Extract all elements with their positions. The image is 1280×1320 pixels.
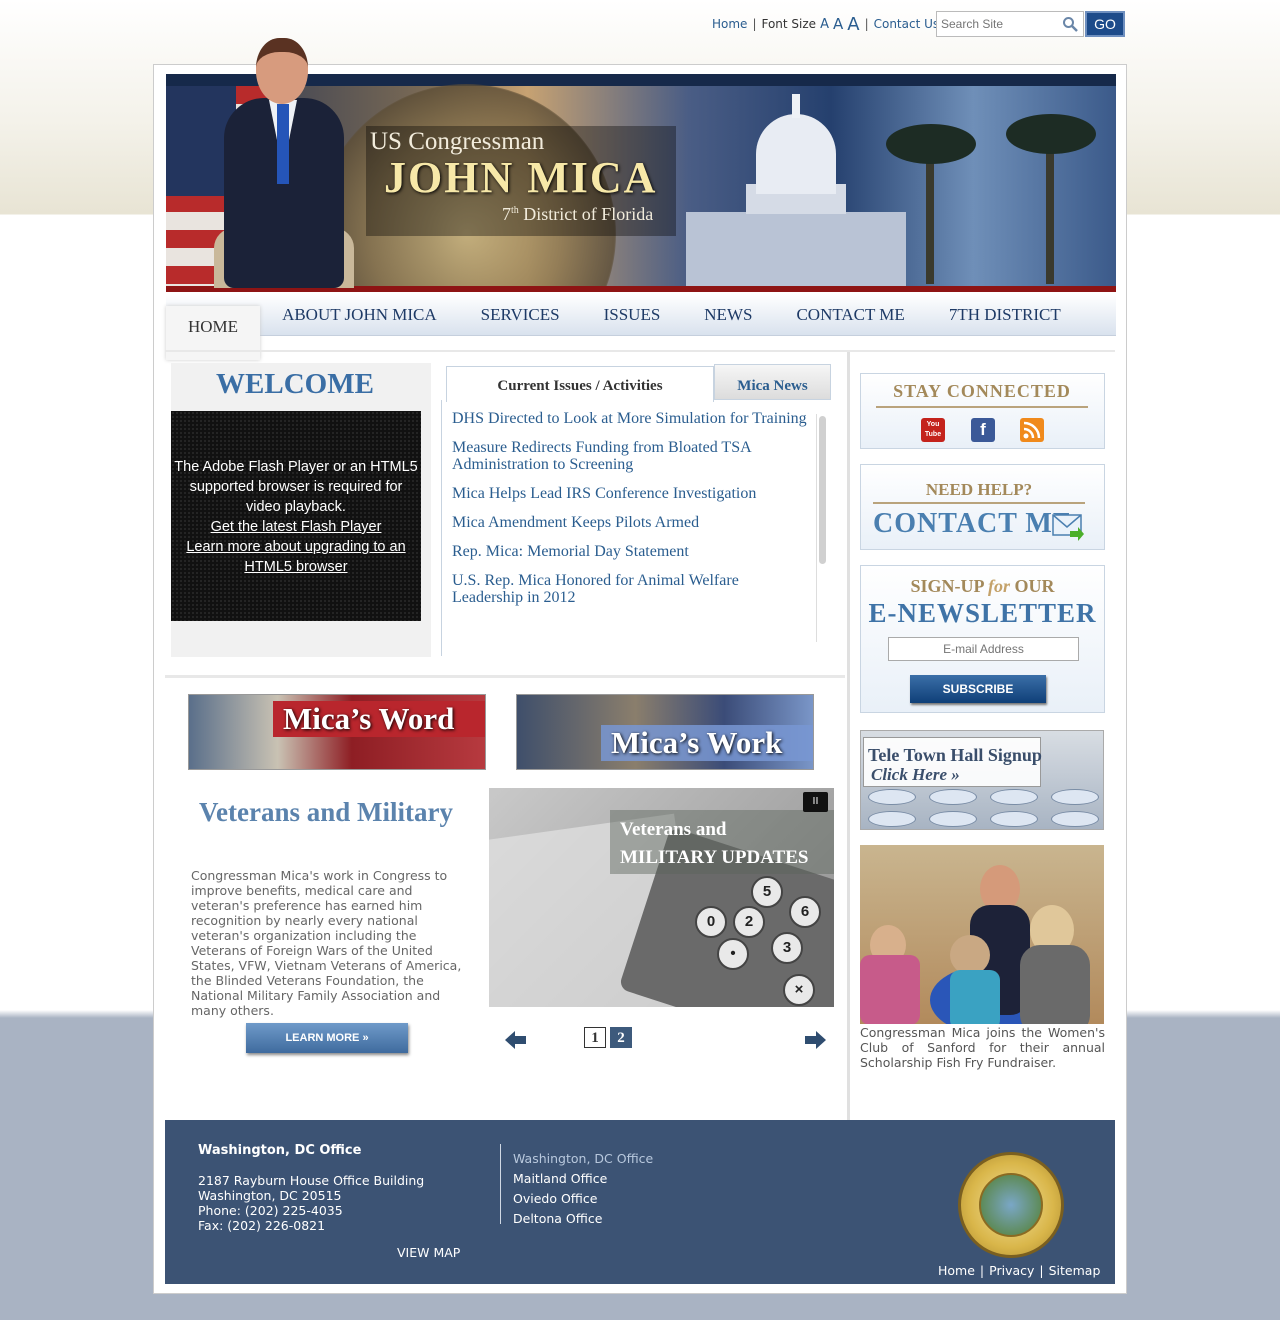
news-tabs: Current Issues / Activities Mica News xyxy=(441,364,831,402)
nav-about[interactable]: ABOUT JOHN MICA xyxy=(260,294,459,336)
tab-current-issues[interactable]: Current Issues / Activities xyxy=(446,366,714,402)
banner-district: 7th District of Florida xyxy=(502,204,654,224)
subscribe-button[interactable]: SUBSCRIBE xyxy=(910,675,1046,703)
main-nav: HOME ABOUT JOHN MICA SERVICES ISSUES NEW… xyxy=(166,294,1116,360)
nav-news[interactable]: NEWS xyxy=(682,294,774,336)
nav-contact[interactable]: CONTACT ME xyxy=(774,294,926,336)
news-item[interactable]: Mica Amendment Keeps Pilots Armed xyxy=(452,514,812,531)
tele-town-hall-banner[interactable]: Tele Town Hall Signup Click Here » xyxy=(860,730,1104,830)
enewsletter-title: E-NEWSLETTER xyxy=(868,598,1097,628)
welcome-title: WELCOME xyxy=(216,368,374,400)
font-size-small[interactable]: A xyxy=(820,17,829,32)
florida-seal-logo xyxy=(958,1152,1064,1258)
nav-district[interactable]: 7TH DISTRICT xyxy=(927,294,1083,336)
tele-town-hall-title: Tele Town Hall Signup xyxy=(868,745,1042,765)
feature-title: Veterans and Military xyxy=(199,797,453,827)
footer-home-link[interactable]: Home xyxy=(938,1263,975,1278)
micas-work-banner[interactable]: Mica’s Work xyxy=(516,694,814,770)
flash-player-link[interactable]: Get the latest Flash Player xyxy=(171,517,421,537)
youtube-icon[interactable]: You Tube xyxy=(921,418,945,442)
footer-links: Home | Privacy | Sitemap xyxy=(938,1263,1101,1278)
office-link-dc[interactable]: Washington, DC Office xyxy=(513,1149,653,1169)
font-size-large[interactable]: A xyxy=(847,14,859,35)
news-item[interactable]: DHS Directed to Look at More Simulation … xyxy=(452,410,812,427)
office-link-oviedo[interactable]: Oviedo Office xyxy=(513,1189,653,1209)
page-1-button[interactable]: 1 xyxy=(584,1027,606,1048)
pause-button[interactable]: II xyxy=(803,792,828,812)
slide-pager: 1 2 xyxy=(584,1027,632,1048)
banner-title: JOHN MICA xyxy=(384,153,658,202)
office-link-maitland[interactable]: Maitland Office xyxy=(513,1169,653,1189)
slide-caption: Veterans and MILITARY UPDATES xyxy=(610,810,834,874)
footer-office-heading: Washington, DC Office xyxy=(198,1143,362,1158)
font-size-label: Font Size xyxy=(761,17,817,31)
micas-work-label: Mica’s Work xyxy=(601,725,813,761)
footer-office-list: Washington, DC Office Maitland Office Ov… xyxy=(513,1149,653,1229)
contact-me-link[interactable]: CONTACT ME xyxy=(873,508,1073,540)
feature-text: Congressman Mica's work in Congress to i… xyxy=(191,868,462,1018)
home-link[interactable]: Home xyxy=(712,17,747,31)
tab-mica-news[interactable]: Mica News xyxy=(714,364,831,400)
micas-word-banner[interactable]: Mica’s Word xyxy=(188,694,486,770)
news-scrollbar-thumb[interactable] xyxy=(819,416,826,564)
stay-connected-title: STAY CONNECTED xyxy=(876,381,1088,408)
email-field[interactable] xyxy=(888,637,1079,661)
need-help-title: NEED HELP? xyxy=(873,480,1085,504)
view-map-link[interactable]: VIEW MAP xyxy=(397,1245,460,1260)
footer-address: 2187 Rayburn House Office Building Washi… xyxy=(198,1173,425,1233)
nav-issues[interactable]: ISSUES xyxy=(582,294,683,336)
event-photo[interactable] xyxy=(860,845,1104,1024)
next-arrow-icon[interactable] xyxy=(804,1030,826,1050)
rss-icon[interactable] xyxy=(1020,418,1044,442)
facebook-icon[interactable]: f xyxy=(971,418,995,442)
office-link-deltona[interactable]: Deltona Office xyxy=(513,1209,653,1229)
micas-word-label: Mica’s Word xyxy=(273,701,485,737)
tele-click-here: Click Here » xyxy=(871,765,960,784)
contact-us-link[interactable]: Contact Us xyxy=(874,17,940,31)
signup-label: SIGN-UP for OUR xyxy=(910,576,1055,596)
capitol-image xyxy=(686,94,906,286)
prev-arrow-icon[interactable] xyxy=(505,1030,527,1050)
news-item[interactable]: Rep. Mica: Memorial Day Statement xyxy=(452,543,812,560)
page-2-button[interactable]: 2 xyxy=(610,1027,632,1048)
envelope-icon xyxy=(1052,514,1084,541)
learn-more-button[interactable]: LEARN MORE » xyxy=(246,1023,408,1053)
photo-caption: Congressman Mica joins the Women's Club … xyxy=(860,1025,1105,1070)
news-item[interactable]: Mica Helps Lead IRS Conference Investiga… xyxy=(452,485,812,502)
nav-services[interactable]: SERVICES xyxy=(459,294,582,336)
footer-sitemap-link[interactable]: Sitemap xyxy=(1049,1263,1101,1278)
video-player[interactable]: The Adobe Flash Player or an HTML5 suppo… xyxy=(171,411,421,621)
utility-bar: Home | Font Size A A A | Contact Us xyxy=(712,13,940,35)
congressman-portrait xyxy=(214,38,354,288)
news-item[interactable]: U.S. Rep. Mica Honored for Animal Welfar… xyxy=(452,572,812,606)
search-icon[interactable] xyxy=(1062,16,1078,32)
search-input[interactable] xyxy=(937,12,1057,36)
search-box xyxy=(936,11,1084,37)
font-size-medium[interactable]: A xyxy=(833,15,843,33)
news-item[interactable]: Measure Redirects Funding from Bloated T… xyxy=(452,439,812,473)
search-go-button[interactable]: GO xyxy=(1085,11,1125,37)
footer-privacy-link[interactable]: Privacy xyxy=(989,1263,1034,1278)
flash-message: The Adobe Flash Player or an HTML5 suppo… xyxy=(174,459,418,515)
html5-browser-link[interactable]: Learn more about upgrading to an HTML5 b… xyxy=(171,537,421,577)
news-list: DHS Directed to Look at More Simulation … xyxy=(452,410,812,618)
